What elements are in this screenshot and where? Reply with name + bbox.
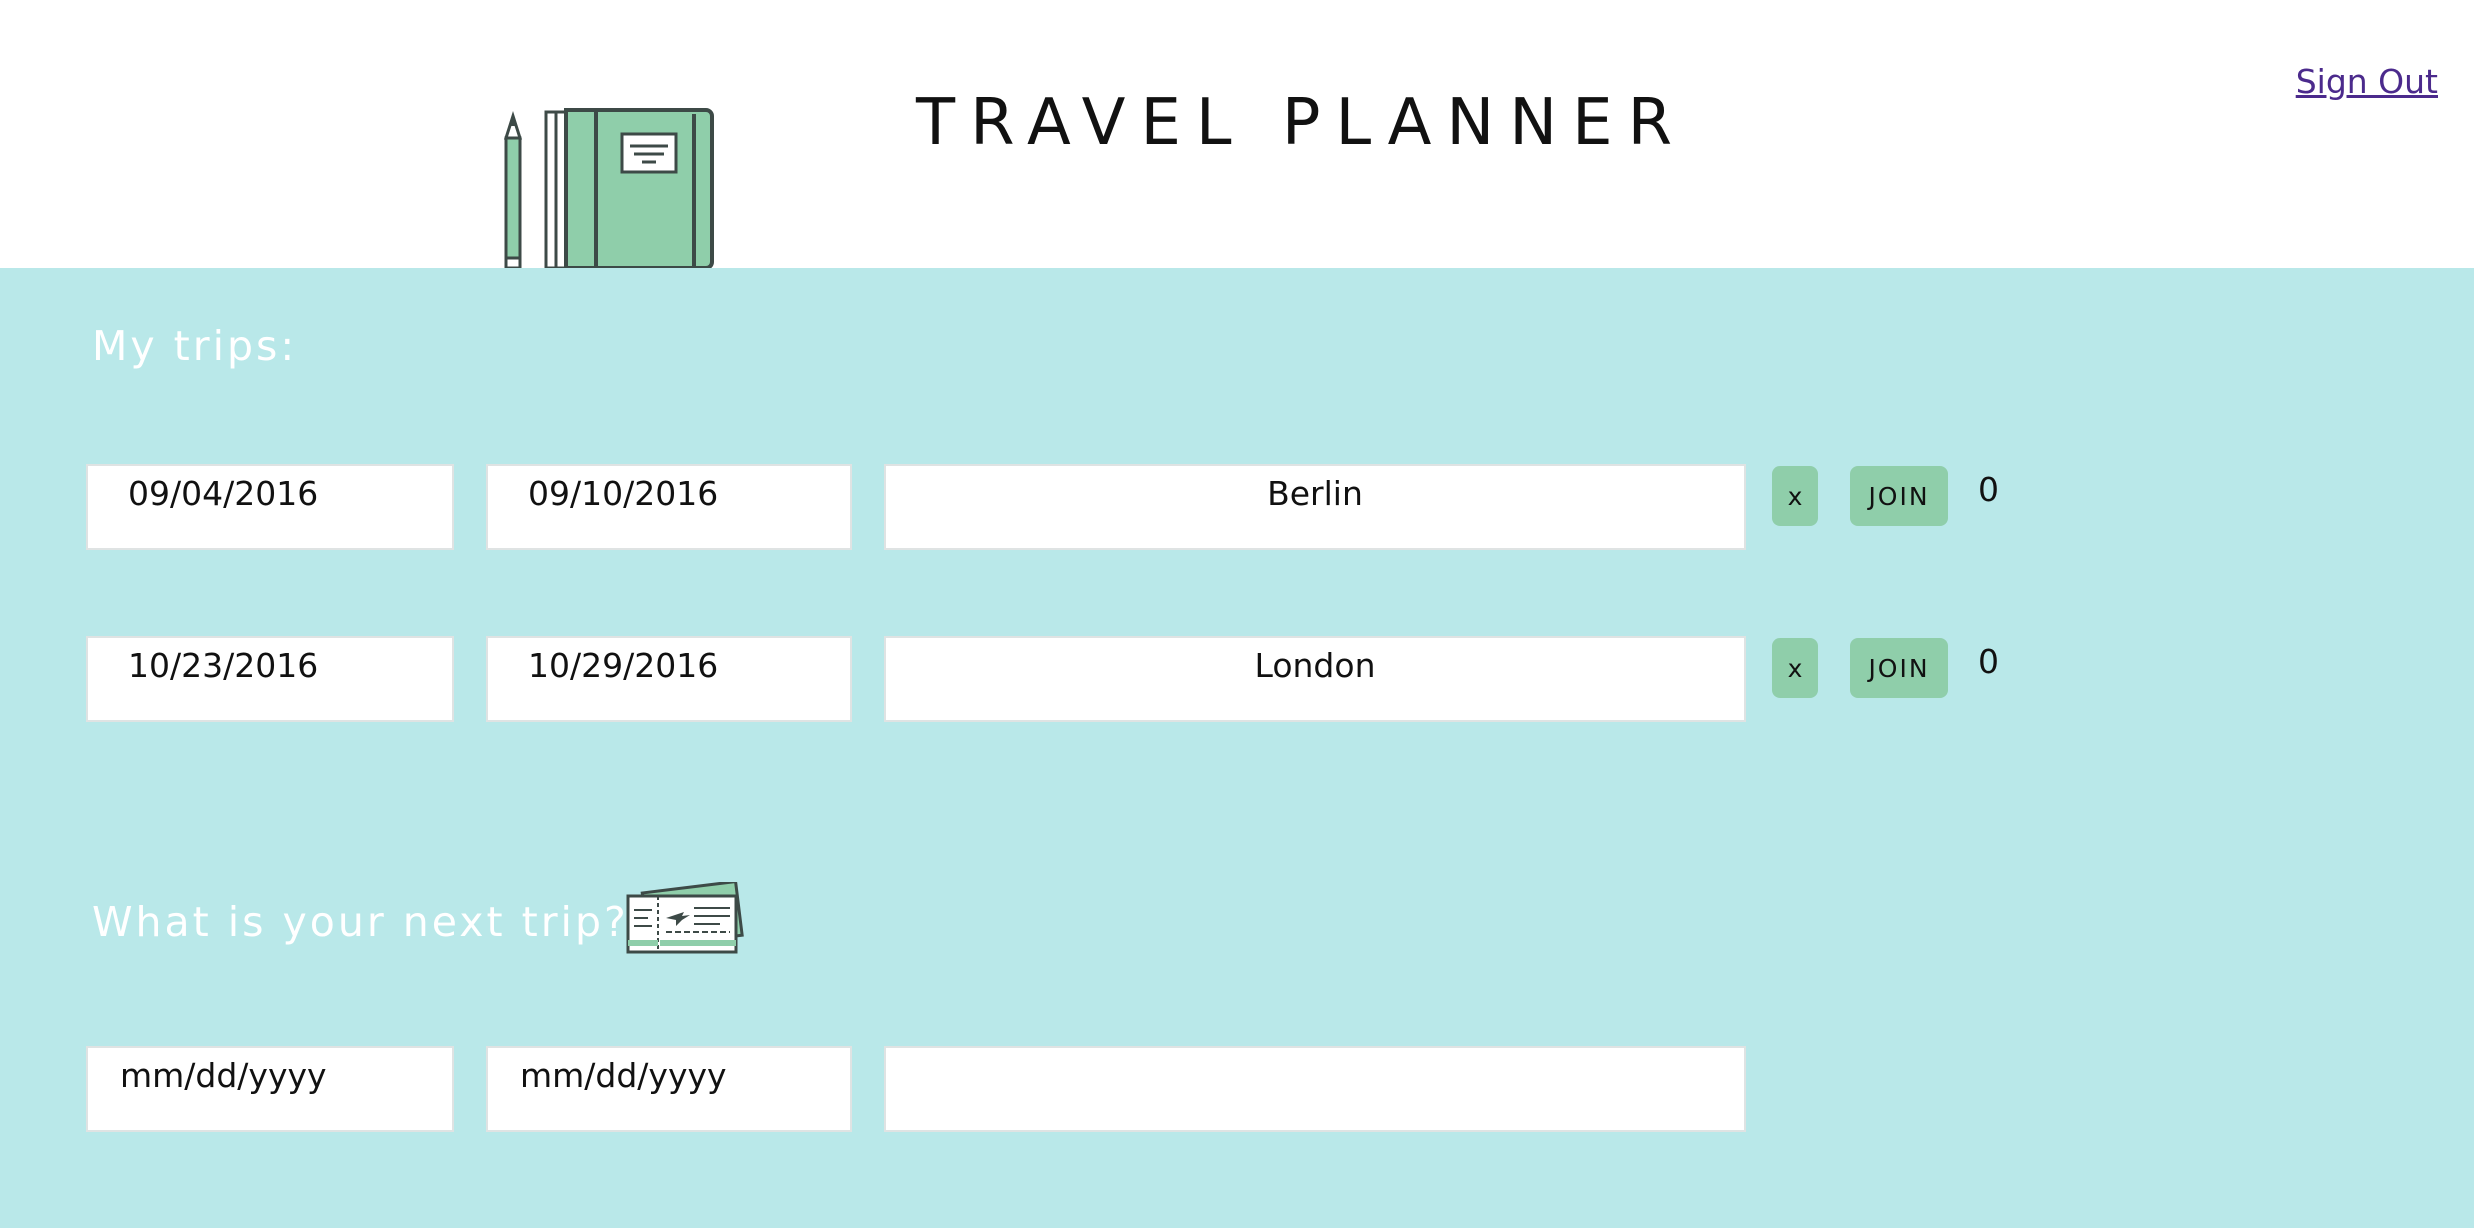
trip-1-destination: Berlin bbox=[1267, 474, 1363, 513]
trip-2-join-button[interactable]: JOIN bbox=[1850, 638, 1948, 698]
trip-1-end-date-field[interactable]: 09/10/2016 bbox=[486, 464, 852, 550]
sign-out-link[interactable]: Sign Out bbox=[2296, 62, 2438, 101]
new-trip-start-placeholder: mm/dd/yyyy bbox=[120, 1056, 327, 1095]
trip-1-end-date: 09/10/2016 bbox=[528, 474, 719, 513]
trip-1-destination-field[interactable]: Berlin bbox=[884, 464, 1746, 550]
my-trips-heading: My trips: bbox=[92, 322, 298, 370]
trip-2-destination: London bbox=[1254, 646, 1376, 685]
new-trip-end-placeholder: mm/dd/yyyy bbox=[520, 1056, 727, 1095]
trip-1-delete-button[interactable]: x bbox=[1772, 466, 1818, 526]
trip-2-start-date: 10/23/2016 bbox=[128, 646, 319, 685]
trip-2-join-count: 0 bbox=[1978, 642, 1999, 681]
main-panel: My trips: 09/04/2016 09/10/2016 Berlin x… bbox=[0, 268, 2474, 1228]
trip-2-start-date-field[interactable]: 10/23/2016 bbox=[86, 636, 454, 722]
trip-2-destination-field[interactable]: London bbox=[884, 636, 1746, 722]
trip-1-start-date-field[interactable]: 09/04/2016 bbox=[86, 464, 454, 550]
new-trip-start-date-input[interactable]: mm/dd/yyyy bbox=[86, 1046, 454, 1132]
header: TRAVEL PLANNER Sign Out bbox=[0, 0, 2474, 268]
notebook-pencil-icon bbox=[503, 108, 714, 268]
plane-tickets-icon bbox=[626, 882, 744, 954]
trip-1-start-date: 09/04/2016 bbox=[128, 474, 319, 513]
trip-1-join-button[interactable]: JOIN bbox=[1850, 466, 1948, 526]
new-trip-destination-input[interactable] bbox=[884, 1046, 1746, 1132]
trip-1-join-count: 0 bbox=[1978, 470, 1999, 509]
trip-2-end-date: 10/29/2016 bbox=[528, 646, 719, 685]
new-trip-end-date-input[interactable]: mm/dd/yyyy bbox=[486, 1046, 852, 1132]
next-trip-heading: What is your next trip? bbox=[92, 898, 629, 946]
app-title: TRAVEL PLANNER bbox=[916, 86, 1688, 160]
trip-2-end-date-field[interactable]: 10/29/2016 bbox=[486, 636, 852, 722]
trip-2-delete-button[interactable]: x bbox=[1772, 638, 1818, 698]
